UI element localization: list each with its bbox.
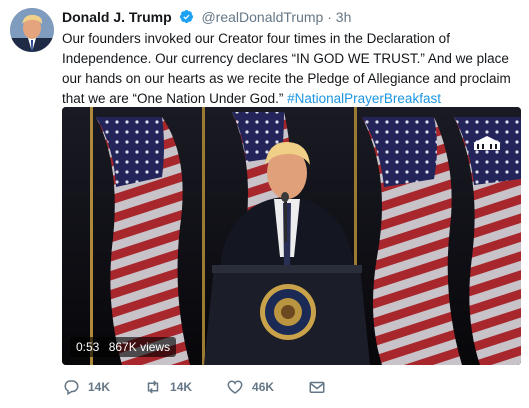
author-handle[interactable]: @realDonaldTrump — [201, 9, 323, 25]
envelope-icon — [308, 378, 326, 396]
white-house-logo-icon — [473, 136, 501, 150]
hashtag-link[interactable]: #NationalPrayerBreakfast — [287, 91, 441, 106]
reply-button[interactable]: 14K — [62, 378, 110, 396]
verified-badge-icon — [179, 9, 194, 27]
video-views: 867K views — [108, 340, 171, 354]
avatar[interactable] — [10, 8, 54, 52]
like-count: 46K — [252, 380, 275, 394]
tweet-actions: 14K 14K 46K — [62, 376, 368, 398]
tweet-timestamp[interactable]: 3h — [336, 9, 352, 25]
tweet-header: Donald J. Trump @realDonaldTrump · 3h — [62, 9, 351, 27]
video-duration: 0:53 — [76, 340, 100, 354]
retweet-count: 14K — [170, 380, 193, 394]
retweet-button[interactable]: 14K — [144, 378, 192, 396]
video-stats-badge: 0:53 867K views — [70, 337, 177, 357]
direct-message-button[interactable] — [308, 378, 334, 396]
reply-icon — [62, 378, 80, 396]
like-button[interactable]: 46K — [226, 378, 274, 396]
reply-count: 14K — [88, 380, 111, 394]
retweet-icon — [144, 378, 162, 396]
video-player[interactable]: 0:53 867K views — [62, 107, 521, 365]
tweet-text: Our founders invoked our Creator four ti… — [62, 29, 522, 109]
heart-icon — [226, 378, 244, 396]
video-frame — [62, 107, 521, 365]
author-name[interactable]: Donald J. Trump — [62, 9, 172, 25]
separator-dot: · — [327, 9, 332, 25]
